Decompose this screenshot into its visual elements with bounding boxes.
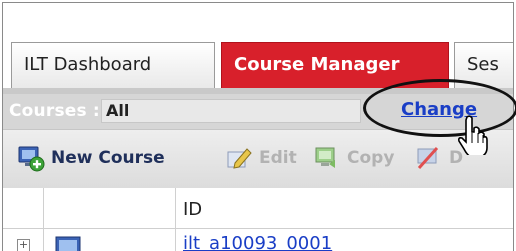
tab-course-manager[interactable]: Course Manager [221,42,449,88]
table-header [3,188,513,229]
delete-icon [417,146,439,170]
courses-filter-row: Courses : All Change [3,94,513,129]
new-course-button[interactable]: New Course [17,144,165,172]
tab-ilt-dashboard[interactable]: ILT Dashboard [11,42,215,88]
copy-label: Copy [347,148,395,168]
course-toolbar: New Course Edit Copy D [3,129,513,189]
copy-button[interactable]: Copy [313,144,394,172]
copy-icon [315,147,335,168]
add-course-icon [18,146,45,172]
tab-sessions[interactable]: Ses [454,42,513,88]
courses-filter-value: All [101,99,361,123]
edit-label: Edit [259,148,297,168]
course-row-icon [55,236,81,251]
edit-pencil-icon [227,148,252,169]
delete-button[interactable]: D [415,144,463,172]
expand-plus-icon[interactable]: + [17,239,30,251]
course-manager-panel: ILT Dashboard Course Manager Ses Courses… [2,2,514,251]
new-course-label: New Course [51,148,165,168]
tab-bar: ILT Dashboard Course Manager Ses [3,3,513,89]
edit-button[interactable]: Edit [225,144,297,172]
hand-cursor-icon [458,115,488,155]
courses-label: Courses : [9,101,100,121]
column-header-id[interactable]: ID [183,199,202,220]
course-id-link[interactable]: ilt_a10093_0001 [183,233,332,251]
